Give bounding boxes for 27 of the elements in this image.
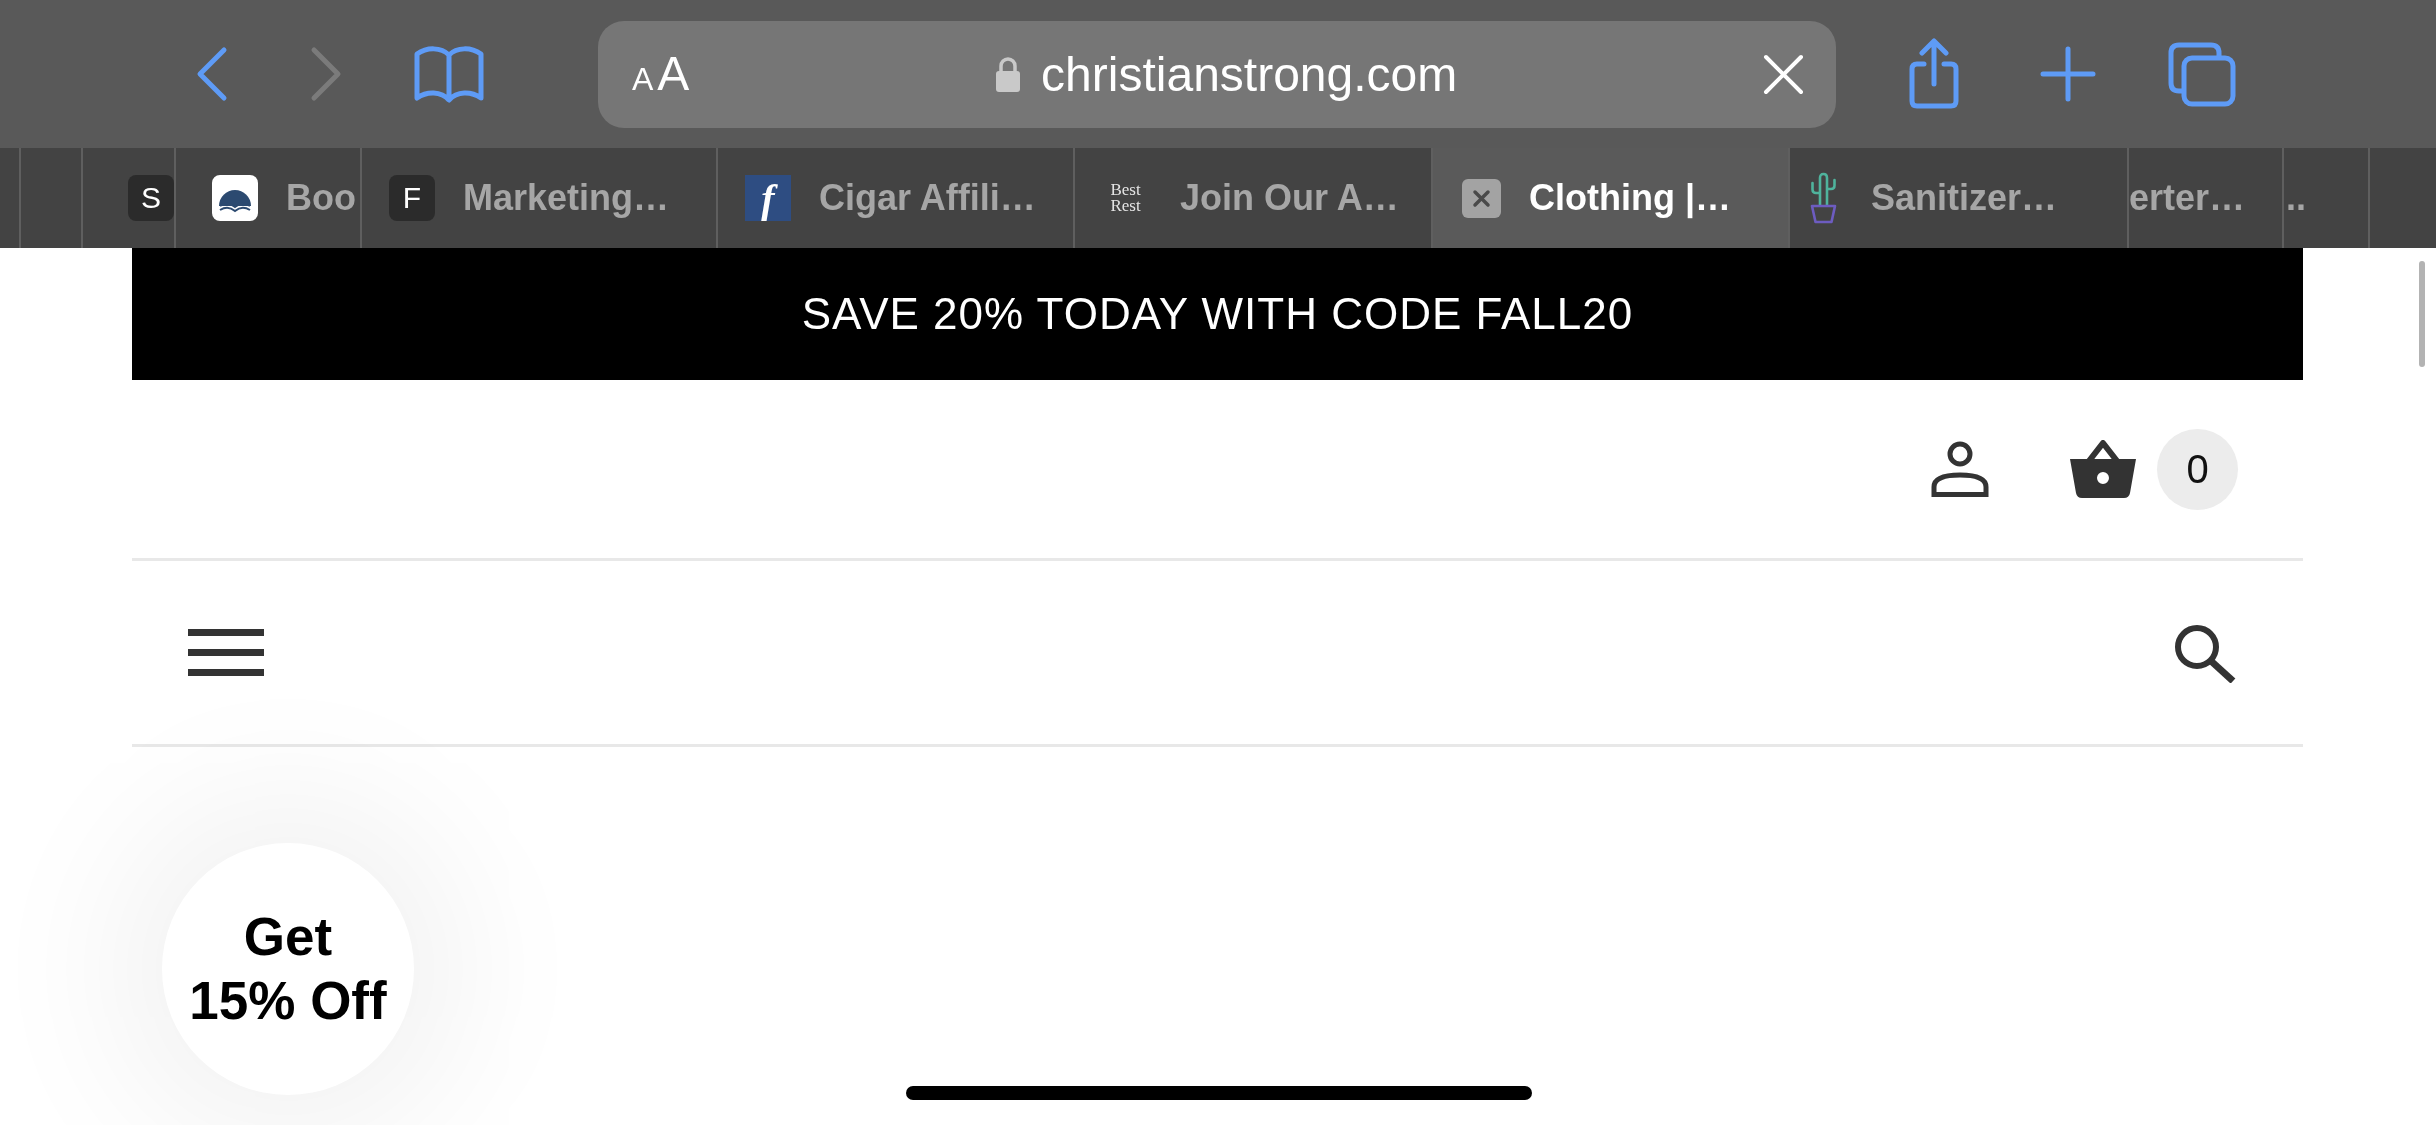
- menu-icon: [188, 629, 264, 676]
- announcement-text: SAVE 20% TODAY WITH CODE FALL20: [801, 289, 1634, 339]
- search-button[interactable]: [2173, 622, 2237, 683]
- browser-tab[interactable]: Clothing |…: [1431, 148, 1788, 248]
- lock-icon: [995, 56, 1022, 92]
- favicon-letter: F: [389, 175, 435, 221]
- cart-button[interactable]: [2070, 440, 2136, 498]
- plus-icon: [2040, 46, 2096, 102]
- favicon-wordmark: Best Rest: [1109, 181, 1142, 215]
- browser-tab[interactable]: S: [81, 148, 174, 248]
- book-favicon-icon: [212, 175, 258, 221]
- favicon-letter: f: [745, 175, 791, 221]
- close-icon: [1763, 53, 1804, 95]
- cross-tile-icon: [1462, 178, 1501, 218]
- text-size-button[interactable]: AA: [632, 50, 690, 98]
- discount-button[interactable]: Get 15% Off: [162, 843, 414, 1095]
- basket-icon: [2070, 440, 2136, 498]
- search-icon: [2173, 622, 2237, 683]
- favicon-letter: S: [128, 175, 174, 221]
- url-text[interactable]: christianstrong.com: [1041, 46, 1458, 102]
- menu-button[interactable]: [188, 629, 264, 676]
- overlapping-squares-icon: [2167, 41, 2237, 107]
- clear-button[interactable]: [1763, 53, 1804, 95]
- account-button[interactable]: [1931, 441, 1989, 497]
- cart-count: 0: [2157, 428, 2238, 510]
- user-icon: [1931, 441, 1989, 497]
- open-book-icon: [413, 44, 485, 104]
